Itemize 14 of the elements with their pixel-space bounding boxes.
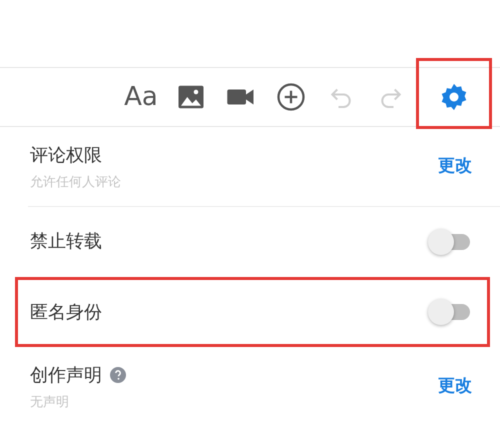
help-icon[interactable]	[110, 367, 126, 384]
setting-description: 无声明	[30, 394, 70, 412]
setting-title: 匿名身份	[30, 300, 102, 324]
setting-description: 允许任何人评论	[30, 174, 121, 192]
change-link[interactable]: 更改	[438, 374, 472, 400]
setting-title: 评论权限	[30, 144, 102, 168]
change-link[interactable]: 更改	[438, 154, 472, 180]
toggle-switch[interactable]	[428, 228, 472, 255]
font-button[interactable]: Aa	[122, 82, 160, 112]
settings-icon	[439, 82, 469, 112]
setting-title: 禁止转载	[30, 230, 102, 254]
setting-title: 创作声明	[30, 364, 102, 388]
toggle-switch[interactable]	[428, 299, 472, 325]
add-circle-icon	[276, 82, 306, 112]
